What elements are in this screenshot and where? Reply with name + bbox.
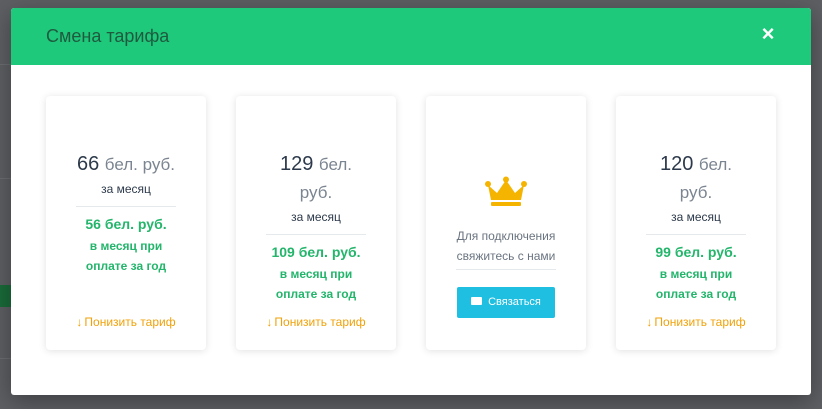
plan-annual-note-line2: оплате за год [85, 259, 167, 273]
plan-annual-note: в месяц при оплате за год [236, 264, 396, 304]
contact-text: Для подключения свяжитесь с нами [426, 226, 586, 266]
plan-period: за месяц [101, 182, 151, 196]
arrow-down-icon: ↓ [76, 315, 83, 329]
plan-price-amount: 120 [659, 153, 694, 175]
plan-price-currency: бел. руб. [104, 155, 176, 174]
downgrade-plan-link[interactable]: ↓ Понизить тариф [46, 315, 206, 329]
plan-annual-note: в месяц при оплате за год [46, 236, 206, 276]
downgrade-plan-label: Понизить тариф [654, 315, 746, 329]
modal-title: Смена тарифа [46, 26, 170, 46]
plan-divider [266, 234, 366, 235]
plan-card: 66 бел. руб. за месяц 56 бел. руб. в мес… [46, 96, 206, 350]
downgrade-plan-label: Понизить тариф [274, 315, 366, 329]
plan-annual-price: 99 бел. руб. [655, 244, 737, 260]
plan-price: 129 бел. [236, 150, 396, 179]
plan-price-block: 120 бел. руб. за месяц 99 бел. руб. в ме… [616, 150, 776, 304]
close-icon[interactable]: × [759, 23, 777, 45]
plan-price: 66 бел. руб. [46, 150, 206, 179]
plan-price-line2: руб. [236, 178, 396, 207]
plan-price-block: 129 бел. руб. за месяц 109 бел. руб. в м… [236, 150, 396, 304]
plan-period: за месяц [291, 210, 341, 224]
plan-annual-note-line1: в месяц при [89, 239, 163, 253]
crown-icon [485, 176, 527, 206]
plan-annual-note-line2: оплате за год [275, 287, 357, 301]
plan-card: 129 бел. руб. за месяц 109 бел. руб. в м… [236, 96, 396, 350]
envelope-icon [471, 297, 483, 306]
plan-price: 120 бел. [616, 150, 776, 179]
plan-annual-price: 56 бел. руб. [85, 216, 167, 232]
contact-button-label: Связаться [488, 296, 541, 308]
downgrade-plan-link[interactable]: ↓ Понизить тариф [236, 315, 396, 329]
plan-price-currency: бел. [698, 155, 733, 174]
plan-annual-price: 109 бел. руб. [271, 244, 361, 260]
modal-header: Смена тарифа × [11, 8, 811, 65]
plan-annual-note-line2: оплате за год [655, 287, 737, 301]
plan-price-amount: 66 [76, 153, 100, 175]
change-plan-modal: Смена тарифа × 66 бел. руб. за месяц 56 … [11, 8, 811, 395]
contact-text-line2: свяжитесь с нами [456, 249, 556, 263]
plan-annual-note: в месяц при оплате за год [616, 264, 776, 304]
plan-card-contact: Для подключения свяжитесь с нами Связать… [426, 96, 586, 350]
arrow-down-icon: ↓ [266, 315, 273, 329]
plan-price-line2: руб. [616, 178, 776, 207]
plan-divider [76, 206, 176, 207]
arrow-down-icon: ↓ [646, 315, 653, 329]
downgrade-plan-label: Понизить тариф [84, 315, 176, 329]
plan-divider [456, 269, 556, 270]
plan-price-amount: 129 [279, 153, 314, 175]
plan-price-currency: руб. [299, 183, 333, 202]
downgrade-plan-link[interactable]: ↓ Понизить тариф [616, 315, 776, 329]
plan-card: 120 бел. руб. за месяц 99 бел. руб. в ме… [616, 96, 776, 350]
plan-price-block: 66 бел. руб. за месяц 56 бел. руб. в мес… [46, 150, 206, 276]
contact-button[interactable]: Связаться [457, 287, 555, 318]
plan-divider [646, 234, 746, 235]
plans-list: 66 бел. руб. за месяц 56 бел. руб. в мес… [11, 65, 811, 395]
plan-annual-note-line1: в месяц при [279, 267, 353, 281]
plan-annual-note-line1: в месяц при [659, 267, 733, 281]
contact-text-line1: Для подключения [456, 229, 556, 243]
plan-price-currency: бел. [318, 155, 353, 174]
plan-period: за месяц [671, 210, 721, 224]
plan-price-currency: руб. [679, 183, 713, 202]
